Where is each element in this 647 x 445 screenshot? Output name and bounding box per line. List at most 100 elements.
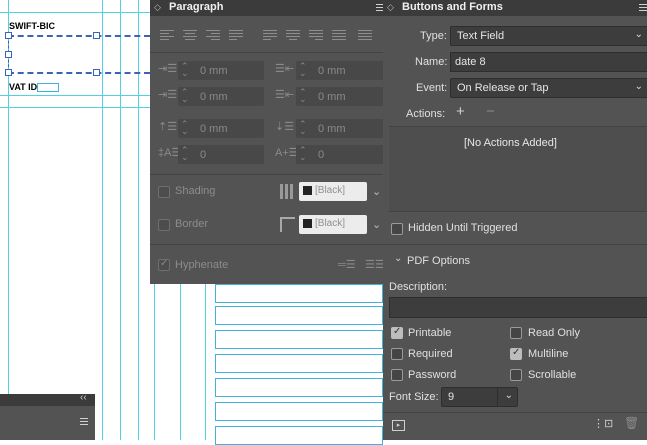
trash-icon[interactable]: 🗑 — [624, 417, 639, 429]
actions-list[interactable]: [No Actions Added] — [389, 126, 647, 212]
description-label: Description: — [389, 281, 448, 293]
stepper-icon[interactable]: ⌃ ⌄ — [299, 120, 307, 136]
font-size-value: 9 — [448, 391, 455, 403]
form-field-frame[interactable] — [215, 306, 383, 325]
chevron-down-icon[interactable]: ⌄ — [394, 253, 402, 265]
border-corner-icon[interactable] — [280, 217, 295, 232]
right-indent-field[interactable]: ⌃ ⌄ 0 mm — [296, 61, 385, 80]
border-checkbox[interactable] — [158, 219, 170, 231]
form-field-frame[interactable] — [215, 354, 383, 373]
paragraph-panel-title[interactable]: Paragraph — [169, 1, 223, 13]
description-input[interactable] — [389, 297, 647, 318]
stepper-icon[interactable]: ⌃ ⌄ — [299, 62, 307, 78]
divider — [383, 244, 647, 245]
multiline-label: Multiline — [528, 348, 569, 360]
panel-menu-icon[interactable] — [80, 418, 88, 425]
multiline-checkbox[interactable]: ✓ — [510, 347, 522, 360]
form-field-frame[interactable] — [215, 284, 383, 303]
stepper-icon[interactable]: ⌃ ⌄ — [181, 146, 189, 162]
guide-vertical — [120, 0, 121, 440]
chevron-down-icon[interactable]: ⌄ — [372, 220, 381, 231]
panel-header[interactable]: ◇ Paragraph — [150, 0, 385, 16]
align-towards-spine-icon[interactable] — [229, 30, 245, 42]
event-value: On Release or Tap — [457, 82, 549, 94]
stepper-icon[interactable]: ⌃ ⌄ — [181, 88, 189, 104]
align-left-icon[interactable] — [160, 30, 176, 42]
last-line-indent-field[interactable]: ⌃ ⌄ 0 mm — [296, 87, 385, 106]
hidden-until-triggered-label: Hidden Until Triggered — [408, 222, 518, 234]
justify-left-icon[interactable] — [263, 30, 279, 42]
guide-vertical — [102, 0, 103, 440]
buttons-and-forms-panel: ◇ Buttons and Forms Type: Text Field ⌄ N… — [383, 0, 647, 440]
selection-handle[interactable] — [5, 32, 12, 39]
justify-all-icon[interactable] — [332, 30, 348, 42]
vat-id-field-frame[interactable] — [37, 83, 59, 92]
event-select[interactable]: On Release or Tap ⌄ — [450, 78, 647, 98]
selection-handle[interactable] — [93, 32, 100, 39]
form-field-frame[interactable] — [215, 378, 383, 397]
panel-header[interactable]: ◇ Buttons and Forms — [383, 0, 647, 16]
font-size-label: Font Size: — [389, 391, 439, 403]
preview-icon[interactable]: ▸ — [392, 420, 405, 431]
space-after-field[interactable]: ⌃ ⌄ 0 mm — [296, 119, 385, 138]
justify-right-icon[interactable] — [309, 30, 325, 42]
shading-color-swatch[interactable]: [Black] — [299, 182, 367, 201]
hyphenate-checkbox[interactable]: ✓ — [158, 258, 170, 271]
space-after-icon: ⇣☰ — [275, 121, 295, 133]
required-checkbox[interactable] — [391, 348, 403, 360]
buttons-forms-panel-title[interactable]: Buttons and Forms — [402, 1, 503, 13]
no-actions-text: [No Actions Added] — [464, 137, 557, 149]
space-before-field[interactable]: ⌃ ⌄ 0 mm — [178, 119, 264, 138]
chevron-down-icon[interactable]: ⌄ — [372, 187, 381, 198]
border-color-swatch[interactable]: [Black] — [299, 215, 367, 234]
form-field-frame[interactable] — [215, 330, 383, 349]
actions-label: Actions: — [406, 108, 446, 120]
align-away-from-spine-icon[interactable] — [358, 30, 374, 42]
shading-grid-icon[interactable] — [280, 184, 295, 199]
read-only-checkbox[interactable] — [510, 327, 522, 339]
required-label: Required — [408, 348, 453, 360]
collapse-diamond-icon[interactable]: ◇ — [154, 2, 161, 13]
add-action-button[interactable]: + — [456, 104, 465, 119]
selection-handle[interactable] — [93, 69, 100, 76]
password-checkbox[interactable] — [391, 369, 403, 381]
first-line-indent-field[interactable]: ⌃ ⌄ 0 mm — [178, 87, 264, 106]
form-field-frame[interactable] — [215, 426, 383, 445]
collapse-arrows-icon[interactable]: ‹‹ — [80, 392, 87, 403]
justify-center-icon[interactable] — [286, 30, 302, 42]
shading-checkbox[interactable] — [158, 186, 170, 198]
divider — [150, 244, 385, 245]
scrollable-checkbox[interactable] — [510, 369, 522, 381]
hyphenate-label: Hyphenate — [175, 259, 229, 271]
type-select[interactable]: Text Field ⌄ — [450, 26, 647, 46]
hidden-until-triggered-checkbox[interactable] — [391, 223, 403, 235]
left-indent-value: 0 mm — [200, 65, 228, 77]
printable-label: Printable — [408, 327, 452, 339]
panel-header[interactable]: ‹‹ — [0, 392, 95, 406]
pdf-options-label[interactable]: PDF Options — [407, 255, 470, 267]
selection-handle[interactable] — [5, 51, 12, 58]
stepper-icon[interactable]: ⌃ ⌄ — [299, 146, 307, 162]
drop-cap-characters-field[interactable]: ⌃ ⌄ 0 — [296, 145, 385, 164]
stepper-icon[interactable]: ⌃ ⌄ — [181, 120, 189, 136]
right-indent-value: 0 mm — [318, 65, 346, 77]
panel-menu-icon[interactable] — [639, 4, 647, 11]
convert-object-icon[interactable]: ⋮⊡ — [593, 418, 613, 430]
font-size-select[interactable]: 9 ⌄ — [441, 387, 518, 407]
stepper-icon[interactable]: ⌃ ⌄ — [299, 88, 307, 104]
form-field-frame[interactable] — [215, 402, 383, 421]
balance-lines-icon[interactable]: ═☰ — [338, 260, 356, 271]
stepper-icon[interactable]: ⌃ ⌄ — [181, 62, 189, 78]
span-columns-icon[interactable]: ☰☰ — [365, 260, 385, 271]
collapse-diamond-icon[interactable]: ◇ — [387, 2, 394, 13]
align-right-icon[interactable] — [206, 30, 222, 42]
align-center-icon[interactable] — [183, 30, 199, 42]
paragraph-panel: ◇ Paragraph ⇥☰ ⌃ ⌄ 0 mm ☰⇤ ⌃ ⌄ 0 mm ⇥☰ ⌃ ⌄ … — [150, 0, 385, 284]
selection-handle[interactable] — [5, 69, 12, 76]
remove-action-button[interactable]: − — [486, 104, 495, 119]
color-chip — [303, 186, 312, 195]
drop-cap-lines-field[interactable]: ⌃ ⌄ 0 — [178, 145, 264, 164]
printable-checkbox[interactable]: ✓ — [391, 326, 403, 339]
left-indent-field[interactable]: ⌃ ⌄ 0 mm — [178, 61, 264, 80]
name-input[interactable]: date 8 — [450, 52, 647, 72]
